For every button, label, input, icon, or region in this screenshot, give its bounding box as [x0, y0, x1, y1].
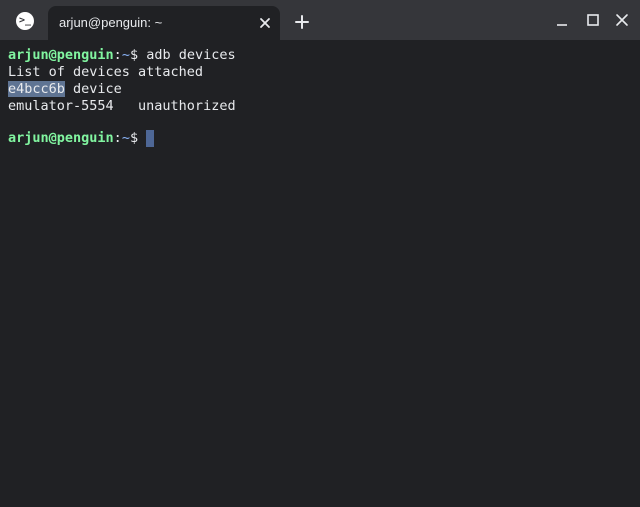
- terminal-line: emulator-5554 unauthorized: [8, 98, 236, 115]
- close-icon[interactable]: [257, 15, 273, 31]
- prompt-path: ~: [121, 47, 130, 63]
- tab-terminal[interactable]: arjun@penguin: ~: [48, 6, 280, 40]
- command-text: adb devices: [146, 47, 236, 63]
- plus-icon[interactable]: [294, 14, 310, 30]
- output-text: emulator-5554 unauthorized: [8, 98, 236, 114]
- prompt-symbol: $: [129, 130, 147, 146]
- terminal-line: arjun@penguin:~$ adb devices: [8, 47, 236, 64]
- prompt-separator: :: [113, 47, 122, 63]
- titlebar: >_ arjun@penguin: ~: [0, 0, 640, 40]
- terminal-output[interactable]: arjun@penguin:~$ adb devices List of dev…: [0, 40, 640, 507]
- minimize-icon[interactable]: [554, 12, 570, 28]
- prompt-user: arjun@penguin: [8, 47, 114, 63]
- terminal-line: arjun@penguin:~$: [8, 130, 155, 147]
- maximize-icon[interactable]: [585, 12, 601, 28]
- tab-title: arjun@penguin: ~: [59, 15, 163, 30]
- terminal-window: >_ arjun@penguin: ~ arjun@penguin:~$ adb…: [0, 0, 640, 507]
- output-text: List of devices attached: [8, 64, 204, 80]
- prompt-path: ~: [121, 130, 130, 146]
- prompt-separator: :: [113, 130, 122, 146]
- terminal-line: List of devices attached: [8, 64, 203, 81]
- prompt-symbol: $: [129, 47, 147, 63]
- close-window-icon[interactable]: [614, 12, 630, 28]
- device-status: device: [64, 81, 122, 97]
- prompt-user: arjun@penguin: [8, 130, 114, 146]
- terminal-cursor: [146, 130, 155, 147]
- selected-device-id[interactable]: e4bcc6b: [8, 81, 65, 97]
- terminal-icon[interactable]: >_: [16, 12, 34, 30]
- terminal-line: e4bcc6b device: [8, 81, 122, 98]
